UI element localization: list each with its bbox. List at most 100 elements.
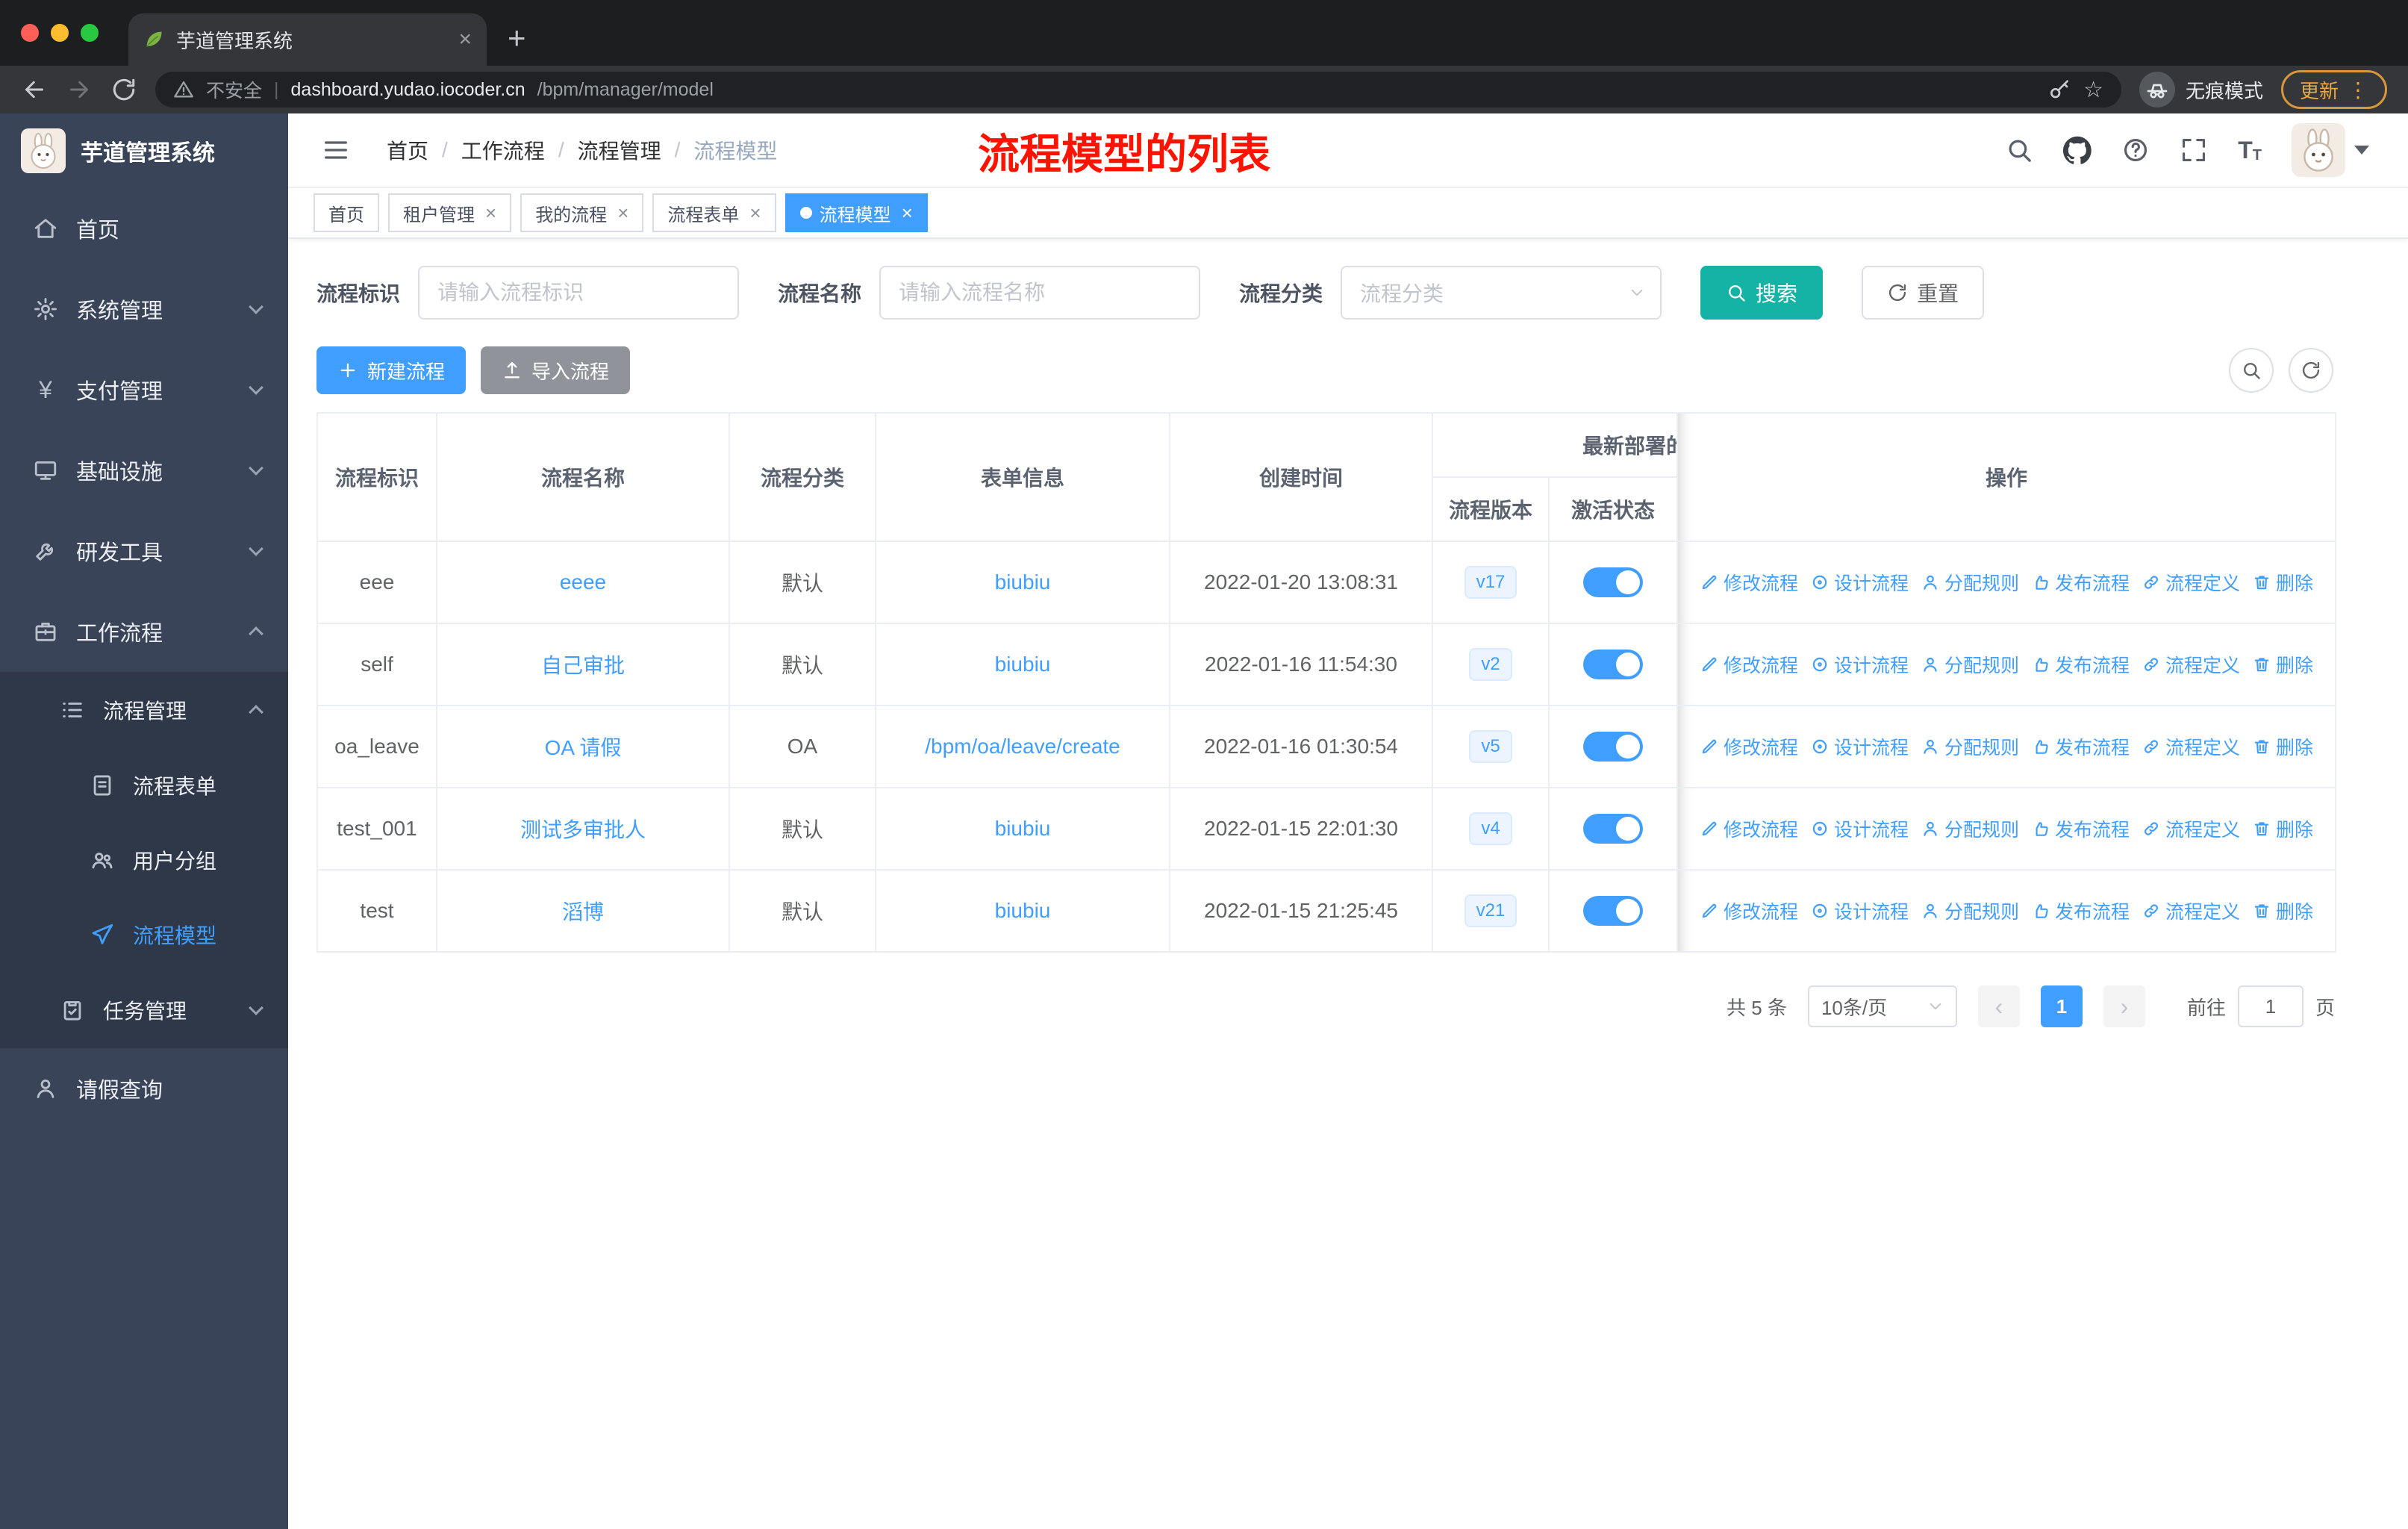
sidebar-item-devtools[interactable]: 研发工具 xyxy=(0,511,288,591)
help-icon[interactable] xyxy=(2121,136,2150,164)
breadcrumb-item[interactable]: 工作流程 xyxy=(461,135,545,165)
action-assign-rule-link[interactable]: 分配规则 xyxy=(1921,569,2019,596)
browser-menu-icon[interactable]: ⋮ xyxy=(2348,78,2368,102)
maximize-window-button[interactable] xyxy=(81,24,99,42)
action-definition-link[interactable]: 流程定义 xyxy=(2142,569,2240,596)
address-bar[interactable]: 不安全 | dashboard.yudao.iocoder.cn/bpm/man… xyxy=(155,72,2121,108)
bookmark-star-icon[interactable]: ☆ xyxy=(2083,77,2103,103)
action-publish-link[interactable]: 发布流程 xyxy=(2031,733,2130,760)
search-button[interactable]: 搜索 xyxy=(1700,266,1824,320)
next-page-button[interactable]: › xyxy=(2103,985,2145,1027)
action-publish-link[interactable]: 发布流程 xyxy=(2031,815,2130,842)
sidebar-item-process-form[interactable]: 流程表单 xyxy=(0,748,288,823)
action-design-link[interactable]: 设计流程 xyxy=(1810,651,1909,678)
key-icon[interactable] xyxy=(2047,78,2071,102)
action-definition-link[interactable]: 流程定义 xyxy=(2142,815,2240,842)
tab-tag-tenant[interactable]: 租户管理 × xyxy=(388,193,512,232)
process-name-link[interactable]: 测试多审批人 xyxy=(520,818,646,841)
action-modify-link[interactable]: 修改流程 xyxy=(1700,897,1798,924)
action-publish-link[interactable]: 发布流程 xyxy=(2031,897,2130,924)
form-info-link[interactable]: biubiu xyxy=(995,570,1051,594)
action-definition-link[interactable]: 流程定义 xyxy=(2142,733,2240,760)
process-name-link[interactable]: 自己审批 xyxy=(541,654,625,677)
action-design-link[interactable]: 设计流程 xyxy=(1810,815,1909,842)
process-name-link[interactable]: OA 请假 xyxy=(545,736,622,759)
refresh-table-button[interactable] xyxy=(2289,348,2333,393)
page-1-button[interactable]: 1 xyxy=(2040,985,2083,1027)
tab-tag-home[interactable]: 首页 xyxy=(314,193,379,232)
action-delete-link[interactable]: 删除 xyxy=(2252,815,2313,842)
tab-tag-my-process[interactable]: 我的流程 × xyxy=(520,193,644,232)
action-assign-rule-link[interactable]: 分配规则 xyxy=(1921,651,2019,678)
breadcrumb-item[interactable]: 首页 xyxy=(387,135,428,165)
action-definition-link[interactable]: 流程定义 xyxy=(2142,897,2240,924)
font-size-icon[interactable]: TT xyxy=(2238,137,2262,164)
process-name-link[interactable]: eeee xyxy=(560,570,606,594)
reload-icon[interactable] xyxy=(110,76,137,103)
sidebar-item-task-management[interactable]: 任务管理 xyxy=(0,972,288,1048)
active-toggle[interactable] xyxy=(1583,567,1643,597)
process-key-input[interactable] xyxy=(418,266,740,320)
show-search-button[interactable] xyxy=(2229,348,2274,393)
import-process-button[interactable]: 导入流程 xyxy=(481,346,631,394)
action-modify-link[interactable]: 修改流程 xyxy=(1700,815,1798,842)
action-delete-link[interactable]: 删除 xyxy=(2252,897,2313,924)
active-toggle[interactable] xyxy=(1583,896,1643,926)
header-search-icon[interactable] xyxy=(2005,136,2033,164)
goto-page-input[interactable] xyxy=(2237,985,2303,1027)
tag-close-icon[interactable]: × xyxy=(485,202,496,225)
action-design-link[interactable]: 设计流程 xyxy=(1810,569,1909,596)
reset-button[interactable]: 重置 xyxy=(1862,266,1985,320)
action-design-link[interactable]: 设计流程 xyxy=(1810,897,1909,924)
forward-icon[interactable] xyxy=(66,76,93,103)
sidebar-item-workflow[interactable]: 工作流程 xyxy=(0,591,288,672)
browser-tab[interactable]: 芋道管理系统 × xyxy=(128,13,487,66)
sidebar-collapse-icon[interactable] xyxy=(321,135,351,165)
tag-close-icon[interactable]: × xyxy=(617,202,628,225)
action-assign-rule-link[interactable]: 分配规则 xyxy=(1921,733,2019,760)
action-publish-link[interactable]: 发布流程 xyxy=(2031,651,2130,678)
sidebar-item-home[interactable]: 首页 xyxy=(0,188,288,269)
github-icon[interactable] xyxy=(2063,136,2092,164)
update-browser-button[interactable]: 更新 ⋮ xyxy=(2280,70,2387,109)
action-publish-link[interactable]: 发布流程 xyxy=(2031,569,2130,596)
fullscreen-icon[interactable] xyxy=(2180,136,2208,164)
sidebar-item-system[interactable]: 系统管理 xyxy=(0,269,288,349)
back-icon[interactable] xyxy=(21,76,48,103)
sidebar-item-leave-query[interactable]: 请假查询 xyxy=(0,1048,288,1129)
sidebar-item-process-management[interactable]: 流程管理 xyxy=(0,672,288,748)
new-tab-button[interactable]: + xyxy=(508,22,526,54)
process-name-link[interactable]: 滔博 xyxy=(562,900,604,924)
sidebar-item-user-group[interactable]: 用户分组 xyxy=(0,823,288,897)
sidebar-item-process-model[interactable]: 流程模型 xyxy=(0,897,288,972)
tab-close-icon[interactable]: × xyxy=(458,27,472,52)
active-toggle[interactable] xyxy=(1583,650,1643,679)
action-modify-link[interactable]: 修改流程 xyxy=(1700,569,1798,596)
sidebar-item-payment[interactable]: ¥ 支付管理 xyxy=(0,349,288,430)
form-info-link[interactable]: biubiu xyxy=(995,899,1051,922)
action-design-link[interactable]: 设计流程 xyxy=(1810,733,1909,760)
action-modify-link[interactable]: 修改流程 xyxy=(1700,733,1798,760)
tag-close-icon[interactable]: × xyxy=(749,202,761,225)
active-toggle[interactable] xyxy=(1583,732,1643,762)
minimize-window-button[interactable] xyxy=(51,24,69,42)
sidebar-item-infrastructure[interactable]: 基础设施 xyxy=(0,430,288,511)
form-info-link[interactable]: biubiu xyxy=(995,817,1051,840)
action-assign-rule-link[interactable]: 分配规则 xyxy=(1921,897,2019,924)
action-modify-link[interactable]: 修改流程 xyxy=(1700,651,1798,678)
action-delete-link[interactable]: 删除 xyxy=(2252,569,2313,596)
user-avatar[interactable] xyxy=(2292,123,2369,177)
action-assign-rule-link[interactable]: 分配规则 xyxy=(1921,815,2019,842)
active-toggle[interactable] xyxy=(1583,814,1643,844)
breadcrumb-item[interactable]: 流程管理 xyxy=(578,135,661,165)
action-delete-link[interactable]: 删除 xyxy=(2252,733,2313,760)
close-window-button[interactable] xyxy=(21,24,39,42)
prev-page-button[interactable]: ‹ xyxy=(1977,985,2020,1027)
create-process-button[interactable]: 新建流程 xyxy=(316,346,467,394)
form-info-link[interactable]: /bpm/oa/leave/create xyxy=(925,735,1120,758)
action-delete-link[interactable]: 删除 xyxy=(2252,651,2313,678)
tag-close-icon[interactable]: × xyxy=(902,202,913,225)
action-definition-link[interactable]: 流程定义 xyxy=(2142,651,2240,678)
process-category-select[interactable]: 流程分类 xyxy=(1341,266,1662,320)
tab-tag-process-form[interactable]: 流程表单 × xyxy=(652,193,776,232)
